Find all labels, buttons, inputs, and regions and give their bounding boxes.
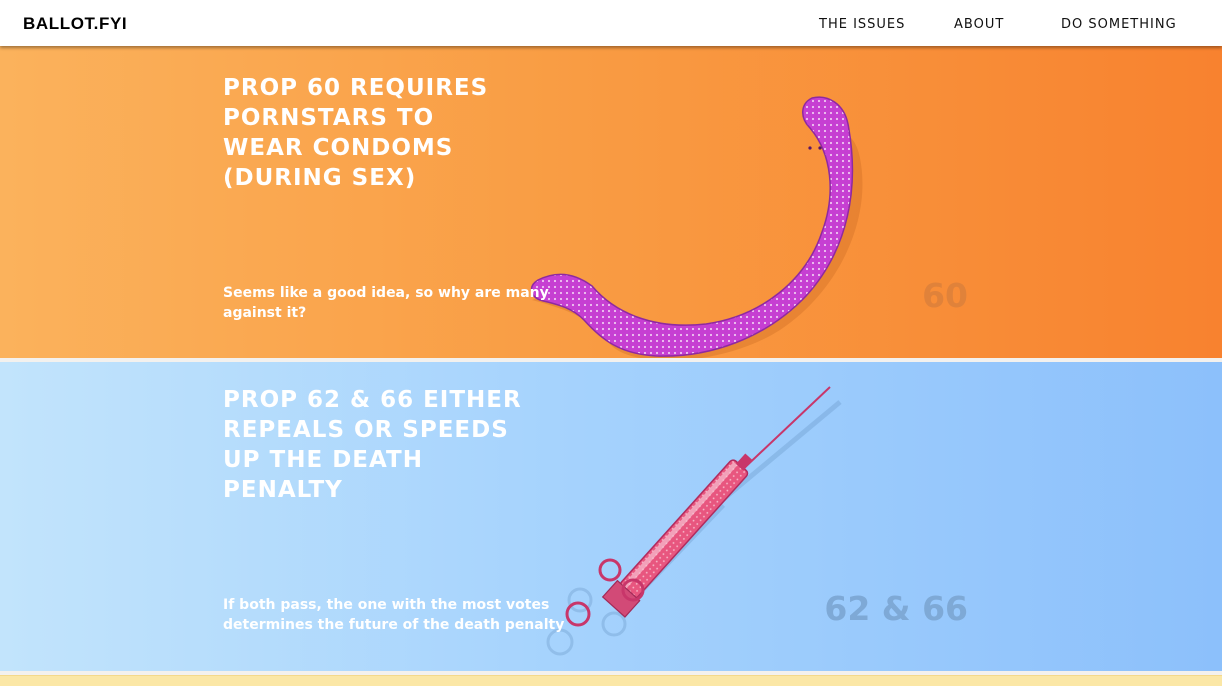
- prop-60-number: 60: [922, 276, 968, 315]
- nav-about[interactable]: ABOUT: [954, 15, 1004, 35]
- nav-do-something[interactable]: DO SOMETHING: [1061, 15, 1177, 35]
- site-logo[interactable]: BALLOT.FYI: [23, 13, 127, 35]
- site-header: BALLOT.FYI THE ISSUES ABOUT DO SOMETHING: [0, 0, 1222, 46]
- prop-60-card[interactable]: PROP 60 REQUIRES PORNSTARS TO WEAR CONDO…: [0, 46, 1222, 358]
- prop-60-title[interactable]: PROP 60 REQUIRES PORNSTARS TO WEAR CONDO…: [223, 73, 523, 193]
- prop-62-66-card[interactable]: PROP 62 & 66 EITHER REPEALS OR SPEEDS UP…: [0, 362, 1222, 671]
- prop-60-subtitle: Seems like a good idea, so why are many …: [223, 285, 549, 321]
- next-prop-card[interactable]: [0, 675, 1222, 686]
- nav-the-issues[interactable]: THE ISSUES: [819, 15, 905, 35]
- prop-62-66-number: 62 & 66: [824, 589, 968, 628]
- prop-62-66-title[interactable]: PROP 62 & 66 EITHER REPEALS OR SPEEDS UP…: [223, 385, 523, 505]
- prop-62-66-subtitle: If both pass, the one with the most vote…: [223, 597, 565, 633]
